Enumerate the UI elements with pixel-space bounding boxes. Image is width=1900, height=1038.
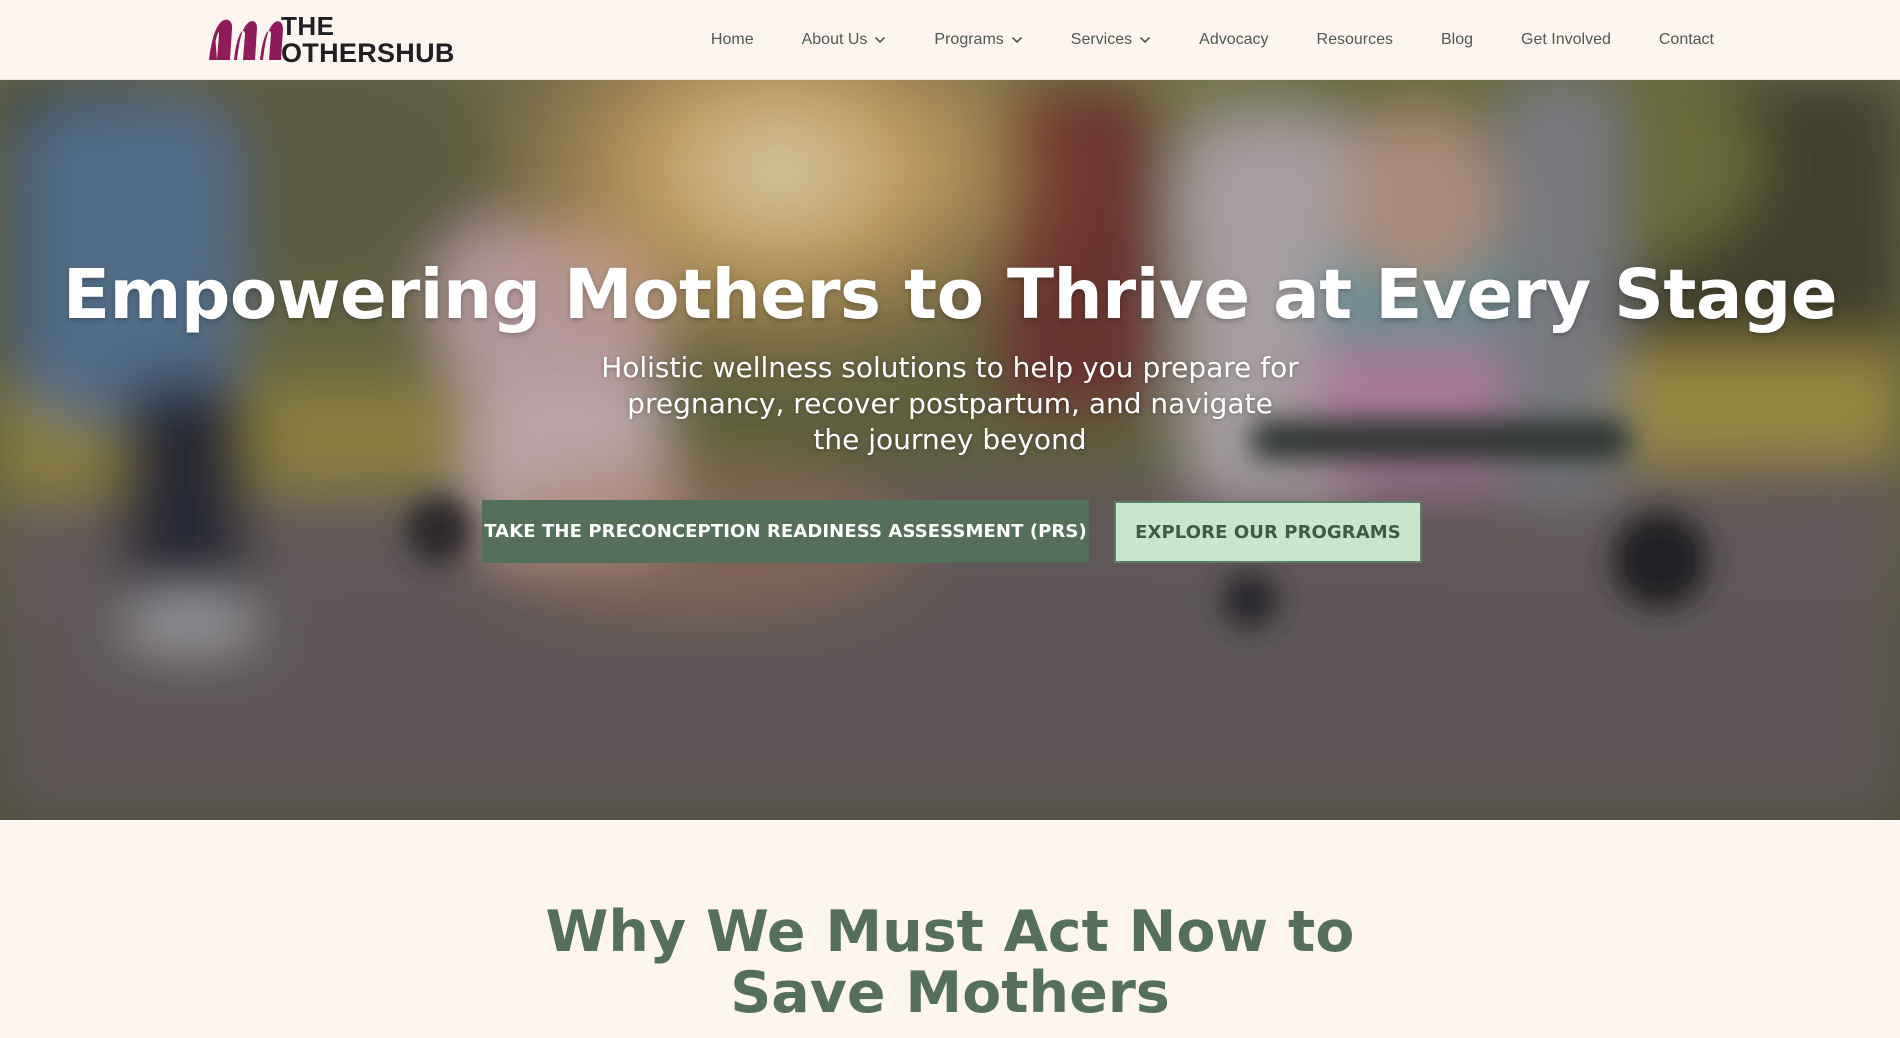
explore-programs-label: EXPLORE OUR PROGRAMS	[1135, 521, 1401, 543]
hero-title: Empowering Mothers to Thrive at Every St…	[62, 255, 1838, 335]
logo-line-2: OTHERSHUB	[281, 38, 455, 68]
nav-programs[interactable]: Programs	[934, 31, 1022, 49]
logo-m-icon	[209, 19, 283, 60]
take-prs-assessment-label: TAKE THE PRECONCEPTION READINESS ASSESSM…	[484, 521, 1087, 542]
nav-about-us[interactable]: About Us	[802, 31, 887, 49]
explore-programs-button[interactable]: EXPLORE OUR PROGRAMS	[1114, 501, 1422, 563]
why-title-line-2: Save Mothers	[730, 960, 1170, 1026]
nav-blog-label: Blog	[1441, 31, 1474, 48]
main-nav: Home About Us Programs Services Advocacy…	[711, 0, 1714, 80]
nav-contact-label: Contact	[1658, 31, 1714, 48]
take-prs-assessment-button[interactable]: TAKE THE PRECONCEPTION READINESS ASSESSM…	[482, 500, 1089, 563]
why-section-title: Why We Must Act Now to Save Mothers	[450, 902, 1450, 1024]
nav-resources-label: Resources	[1316, 31, 1393, 48]
hero-subtitle: Holistic wellness solutions to help you …	[601, 351, 1299, 456]
site-header: THE OTHERSHUB Home About Us Programs Ser…	[0, 0, 1900, 80]
chevron-down-icon	[1011, 36, 1022, 44]
nav-about-us-label: About Us	[801, 31, 868, 48]
nav-advocacy-label: Advocacy	[1199, 31, 1269, 48]
chevron-down-icon	[1140, 36, 1151, 44]
site-logo[interactable]: THE OTHERSHUB	[207, 13, 455, 67]
nav-programs-label: Programs	[934, 31, 1004, 48]
logo-text: THE OTHERSHUB	[281, 13, 455, 67]
chevron-down-icon	[875, 36, 886, 44]
nav-advocacy[interactable]: Advocacy	[1199, 31, 1268, 49]
nav-home[interactable]: Home	[711, 31, 754, 49]
nav-contact[interactable]: Contact	[1659, 31, 1714, 49]
nav-services-label: Services	[1070, 31, 1133, 48]
nav-blog[interactable]: Blog	[1441, 31, 1473, 49]
why-title-line-1: Why We Must Act Now to	[545, 899, 1355, 965]
hero-section: Empowering Mothers to Thrive at Every St…	[0, 80, 1900, 820]
nav-resources[interactable]: Resources	[1317, 31, 1393, 49]
logo-line-1: THE	[281, 11, 335, 41]
nav-services[interactable]: Services	[1071, 31, 1151, 49]
nav-home-label: Home	[710, 31, 754, 48]
why-act-now-section: Why We Must Act Now to Save Mothers	[0, 820, 1900, 1038]
nav-get-involved-label: Get Involved	[1521, 31, 1611, 48]
nav-get-involved[interactable]: Get Involved	[1521, 31, 1611, 49]
